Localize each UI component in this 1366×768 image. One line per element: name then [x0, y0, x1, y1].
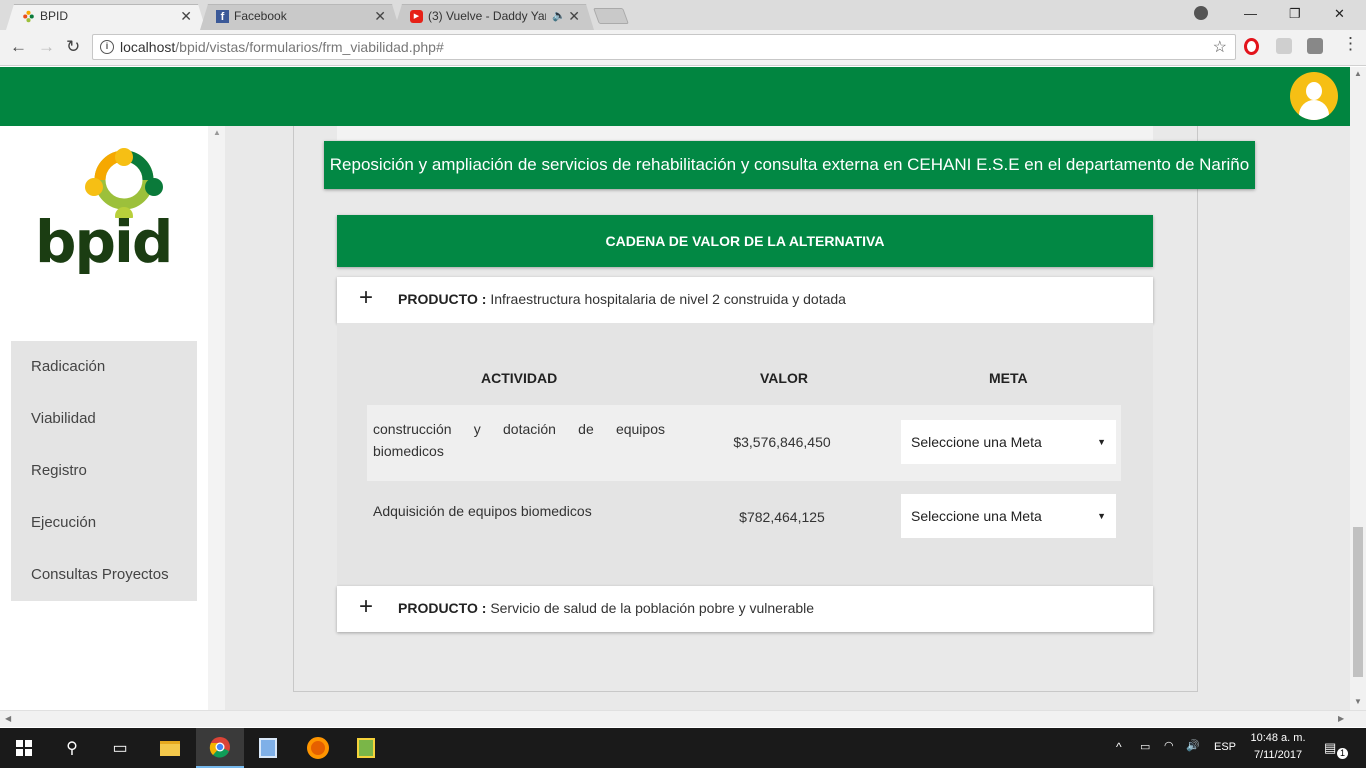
scroll-right-arrow-icon[interactable]: ▶ — [1338, 714, 1344, 723]
profile-icon[interactable] — [1194, 6, 1208, 20]
youtube-icon: ▶ — [410, 10, 423, 23]
sidebar-item-viabilidad[interactable]: Viabilidad — [11, 393, 197, 445]
activity-name: Adquisición de equipos biomedicos — [373, 503, 592, 519]
meta-select[interactable]: Seleccione una Meta ▼ — [901, 494, 1116, 538]
project-title: Reposición y ampliación de servicios de … — [324, 141, 1255, 189]
column-header-meta: META — [989, 370, 1028, 386]
restore-icon[interactable]: ❐ — [1289, 6, 1301, 22]
reload-icon[interactable]: ↻ — [66, 37, 80, 57]
close-tab-icon[interactable]: ✕ — [568, 5, 580, 27]
firefox-icon[interactable] — [294, 728, 342, 768]
extension-cube-icon[interactable] — [1276, 38, 1292, 54]
speaker-icon[interactable]: 🔈 — [552, 5, 566, 27]
logo-text: bpid — [35, 208, 173, 276]
windows-taskbar: ⚲ ▭ ^ ▭ ◠ 🔊 ESP 10:48 a. m. 7/11/2017 ▤ … — [0, 728, 1366, 768]
language-indicator[interactable]: ESP — [1214, 741, 1236, 753]
sidebar-item-registro[interactable]: Registro — [11, 445, 197, 497]
close-tab-icon[interactable]: ✕ — [180, 5, 192, 27]
activity-value: $3,576,846,450 — [733, 434, 831, 450]
opera-extension-icon[interactable] — [1244, 38, 1259, 55]
bpid-logo: bpid — [33, 148, 175, 288]
new-tab-button[interactable] — [593, 8, 629, 24]
forward-arrow-icon[interactable]: → — [38, 37, 55, 57]
file-explorer-icon[interactable] — [146, 728, 194, 768]
user-avatar-icon[interactable] — [1290, 72, 1338, 120]
facebook-icon: f — [216, 10, 229, 23]
meta-select[interactable]: Seleccione una Meta ▼ — [901, 420, 1116, 464]
sidebar: bpid Radicación Viabilidad Registro Ejec… — [0, 126, 208, 710]
windows-start-icon[interactable] — [0, 728, 48, 768]
expand-plus-icon[interactable]: + — [359, 595, 373, 619]
clock-date[interactable]: 7/11/2017 — [1242, 749, 1314, 761]
main-content: Reposición y ampliación de servicios de … — [225, 126, 1350, 710]
sidebar-scrollbar[interactable]: ▲ — [208, 126, 225, 710]
minimize-icon[interactable]: — — [1244, 6, 1257, 21]
tab-facebook[interactable]: f Facebook ✕ — [200, 4, 400, 30]
back-arrow-icon[interactable]: ← — [10, 37, 27, 57]
show-hidden-icons-icon[interactable]: ^ — [1116, 740, 1122, 754]
task-view-icon[interactable]: ▭ — [96, 728, 144, 768]
action-center-icon[interactable]: ▤ — [1324, 740, 1336, 756]
chrome-icon[interactable] — [196, 728, 244, 768]
app-archive-icon[interactable] — [342, 728, 390, 768]
sidebar-item-consultas[interactable]: Consultas Proyectos — [11, 549, 197, 601]
url-text[interactable]: localhost/bpid/vistas/formularios/frm_vi… — [120, 39, 444, 55]
product-text: PRODUCTO : Infraestructura hospitalaria … — [398, 291, 846, 307]
value-chain-header: CADENA DE VALOR DE LA ALTERNATIVA — [337, 215, 1153, 267]
chevron-down-icon: ▼ — [1097, 437, 1106, 447]
panel-top-strip — [337, 126, 1153, 140]
activity-name: construcción y dotación de equipos biome… — [373, 421, 665, 459]
close-tab-icon[interactable]: ✕ — [374, 5, 386, 27]
sidebar-menu: Radicación Viabilidad Registro Ejecución… — [11, 341, 197, 601]
wifi-icon[interactable]: ◠ — [1164, 739, 1174, 752]
page-scrollbar[interactable]: ▲ ▼ — [1350, 67, 1366, 710]
product-row-2[interactable]: + PRODUCTO : Servicio de salud de la pob… — [337, 586, 1153, 632]
column-header-activity: ACTIVIDAD — [481, 370, 558, 386]
tab-title: Facebook — [234, 9, 287, 23]
expand-plus-icon[interactable]: + — [359, 286, 373, 310]
chevron-down-icon: ▼ — [1097, 511, 1106, 521]
table-row: construcción y dotación de equipos biome… — [367, 405, 1121, 481]
tab-youtube[interactable]: ▶ (3) Vuelve - Daddy Yan 🔈 ✕ — [394, 4, 594, 30]
virtualbox-icon[interactable] — [244, 728, 292, 768]
browser-tabstrip: BPID ✕ f Facebook ✕ ▶ (3) Vuelve - Daddy… — [0, 0, 1366, 30]
browser-toolbar: ← → ↻ i localhost/bpid/vistas/formulario… — [0, 30, 1366, 66]
clock-time[interactable]: 10:48 a. m. — [1242, 732, 1314, 744]
bpid-favicon-icon — [22, 10, 35, 23]
horizontal-scrollbar[interactable]: ◀ ▶ — [0, 710, 1366, 727]
table-row: Adquisición de equipos biomedicos $782,4… — [367, 481, 1121, 557]
sidebar-item-radicacion[interactable]: Radicación — [11, 341, 197, 393]
search-icon[interactable]: ⚲ — [48, 728, 96, 768]
tab-bpid[interactable]: BPID ✕ — [6, 4, 206, 30]
app-header — [0, 67, 1366, 126]
product-detail: ACTIVIDAD VALOR META construcción y dota… — [337, 323, 1153, 586]
notification-count-badge: 1 — [1337, 748, 1348, 759]
tab-title: BPID — [40, 9, 69, 23]
scroll-up-arrow-icon[interactable]: ▲ — [213, 128, 221, 137]
address-bar[interactable]: i localhost/bpid/vistas/formularios/frm_… — [92, 34, 1236, 60]
scroll-left-arrow-icon[interactable]: ◀ — [5, 714, 11, 723]
product-row-1[interactable]: + PRODUCTO : Infraestructura hospitalari… — [337, 277, 1153, 323]
info-icon[interactable]: i — [100, 40, 114, 54]
tab-title: (3) Vuelve - Daddy Yan — [428, 9, 546, 23]
column-header-value: VALOR — [760, 370, 808, 386]
activity-value: $782,464,125 — [739, 509, 825, 525]
volume-icon[interactable]: 🔊 — [1186, 739, 1200, 752]
scrollbar-thumb[interactable] — [1353, 527, 1363, 677]
scroll-up-arrow-icon[interactable]: ▲ — [1354, 69, 1362, 78]
battery-icon[interactable]: ▭ — [1140, 740, 1150, 753]
scroll-down-arrow-icon[interactable]: ▼ — [1354, 697, 1362, 706]
menu-dots-icon[interactable]: ⋮ — [1342, 34, 1359, 54]
product-text: PRODUCTO : Servicio de salud de la pobla… — [398, 600, 815, 616]
sidebar-item-ejecucion[interactable]: Ejecución — [11, 497, 197, 549]
bookmark-star-icon[interactable]: ☆ — [1213, 37, 1227, 57]
close-window-icon[interactable]: ✕ — [1334, 6, 1345, 22]
extension-icon[interactable] — [1307, 38, 1323, 54]
